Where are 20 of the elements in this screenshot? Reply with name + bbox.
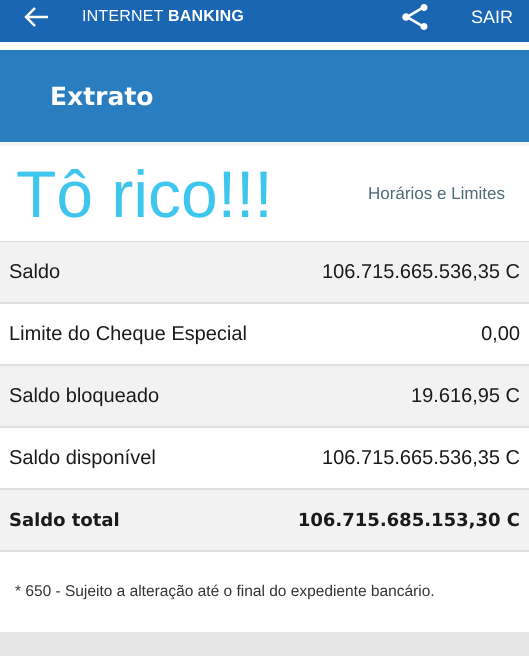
- exit-button[interactable]: SAIR: [470, 6, 513, 28]
- row-value: 0,00: [481, 322, 520, 346]
- row-label: Saldo bloqueado: [9, 384, 160, 408]
- row-label: Saldo total: [9, 510, 120, 530]
- hours-and-limits-link[interactable]: Horários e Limites: [368, 184, 505, 204]
- back-arrow-icon: [24, 6, 50, 28]
- row-value: 106.715.665.536,35 C: [322, 446, 520, 470]
- app-brand: INTERNET BANKING: [82, 8, 244, 26]
- caption-text: Tô rico!!!: [16, 160, 273, 226]
- row-value: 106.715.665.536,35 C: [322, 260, 520, 284]
- page-title: Extrato: [50, 82, 154, 110]
- back-button[interactable]: [24, 6, 50, 28]
- row-value: 19.616,95 C: [411, 384, 520, 408]
- row-label: Saldo disponível: [9, 446, 156, 470]
- row-value: 106.715.685.153,30 C: [298, 510, 520, 530]
- row-label: Limite do Cheque Especial: [9, 322, 247, 346]
- share-button[interactable]: [400, 4, 429, 30]
- share-icon: [400, 4, 429, 30]
- footnote: * 650 - Sujeito a alteração até o final do expediente bancário.: [15, 583, 435, 601]
- row-label: Saldo: [9, 260, 60, 284]
